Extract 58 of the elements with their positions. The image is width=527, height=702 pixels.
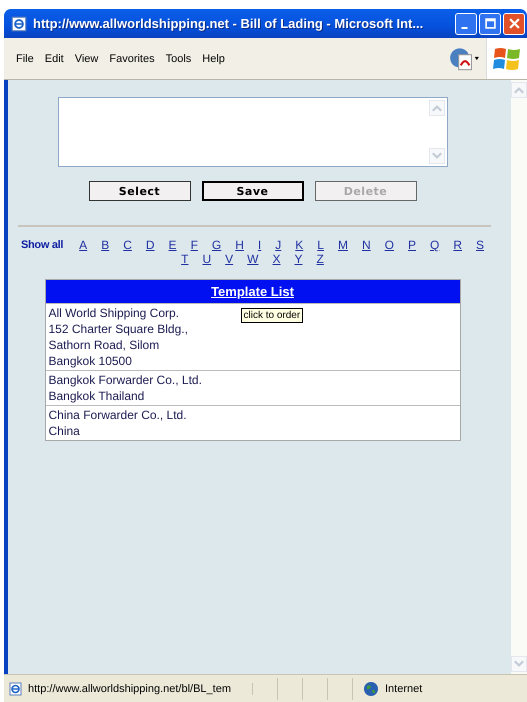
letter-link[interactable]: S [476, 238, 484, 252]
letter-link[interactable]: K [295, 238, 304, 252]
menu-item[interactable]: File [16, 52, 34, 64]
menu-item[interactable]: Edit [44, 52, 64, 64]
letter-link[interactable]: U [202, 252, 212, 266]
letter-link[interactable]: P [408, 238, 416, 252]
scroll-down-icon[interactable] [428, 148, 444, 164]
scroll-up-icon[interactable] [428, 100, 444, 116]
letter-link[interactable]: R [453, 238, 462, 252]
scroll-up-icon[interactable] [511, 82, 527, 98]
close-icon [508, 18, 520, 29]
letter-link[interactable]: N [362, 238, 371, 252]
letter-link[interactable]: V [225, 252, 234, 266]
window-title: http://www.allworldshipping.net - Bill of Lading - Microsoft Int... [33, 16, 424, 31]
letter-link[interactable]: C [123, 238, 132, 252]
page-icon [8, 680, 24, 696]
letter-link[interactable]: L [317, 238, 324, 252]
minimize-icon [460, 26, 468, 28]
tooltip: click to order [240, 308, 304, 323]
form-button[interactable]: Select [88, 181, 190, 201]
letter-link[interactable]: T [181, 252, 188, 266]
letter-link[interactable]: B [101, 238, 110, 252]
browser-page-icon [10, 14, 28, 32]
menu-item[interactable]: View [74, 52, 98, 64]
scrollbar[interactable] [511, 80, 527, 674]
pdf-globe-icon[interactable] [448, 46, 480, 72]
text-area[interactable] [58, 97, 448, 167]
letter-link[interactable]: J [275, 238, 282, 252]
form-button[interactable]: Save [202, 181, 304, 201]
letter-link[interactable]: D [146, 238, 155, 252]
maximize-icon [484, 18, 496, 29]
template-row[interactable]: China Forwarder Co., Ltd. China [46, 405, 460, 440]
letter-link[interactable]: M [338, 238, 348, 252]
template-row[interactable]: Bangkok Forwarder Co., Ltd. Bangkok Thailand [46, 370, 460, 405]
scroll-down-icon[interactable] [511, 656, 527, 672]
letter-link[interactable]: F [190, 238, 198, 252]
show-all-link[interactable]: Show all [20, 238, 64, 252]
maximize-button[interactable] [479, 12, 501, 34]
letter-link[interactable]: W [247, 252, 258, 266]
table-header[interactable]: Template List [46, 280, 460, 303]
security-zone: Internet [385, 682, 422, 694]
globe-icon [363, 680, 379, 696]
letter-link[interactable]: Q [430, 238, 440, 252]
close-button[interactable] [503, 12, 525, 34]
letter-link[interactable]: H [235, 238, 244, 252]
letter-link[interactable]: I [258, 238, 262, 252]
letter-link[interactable]: O [384, 238, 394, 252]
menu-item[interactable]: Favorites [109, 52, 155, 64]
letter-link[interactable]: X [272, 252, 280, 266]
menu-item[interactable]: Help [202, 52, 225, 64]
letter-link[interactable]: E [168, 238, 177, 252]
letter-link[interactable]: Z [316, 252, 324, 266]
letter-link[interactable]: Y [294, 252, 303, 266]
minimize-button[interactable] [455, 12, 477, 34]
menu-item[interactable]: Tools [166, 52, 192, 64]
status-url: http://www.allworldshipping.net/bl/BL_tem [28, 682, 253, 694]
letter-link[interactable]: G [212, 238, 222, 252]
letter-link[interactable]: A [79, 238, 88, 252]
